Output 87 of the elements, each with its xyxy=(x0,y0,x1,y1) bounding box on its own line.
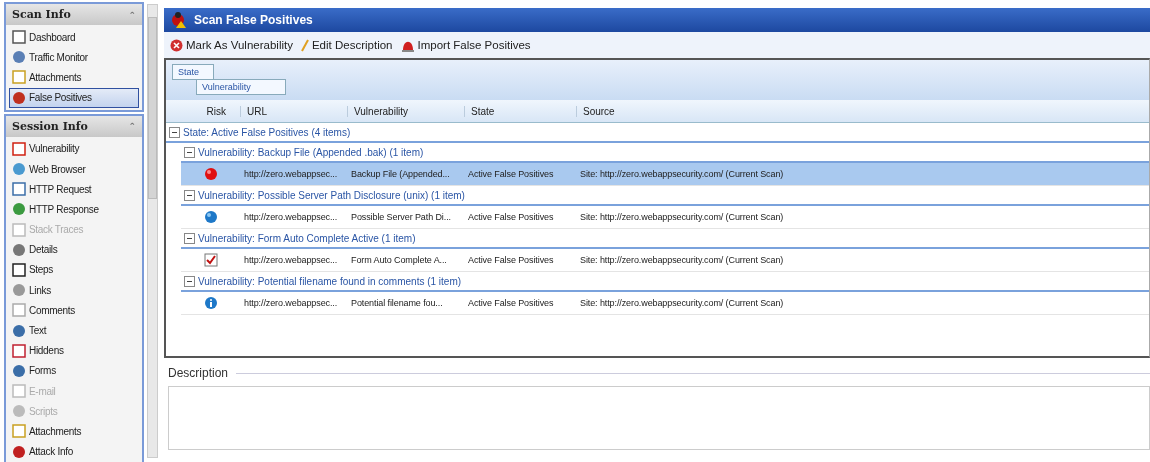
item-icon xyxy=(12,50,26,65)
table-cell-text: http://zero.webappsec... xyxy=(243,298,338,308)
scrollbar[interactable] xyxy=(147,4,158,458)
group-chip[interactable]: Vulnerability xyxy=(196,79,286,95)
window-title: Scan False Positives xyxy=(194,13,313,27)
table-cell-text: Site: http://zero.webappsecurity.com/ (Current Scan) xyxy=(579,212,784,222)
table-cell-text: Possible Server Path Di... xyxy=(350,212,451,222)
bug-icon xyxy=(170,11,188,29)
sidebar-item[interactable]: Traffic Monitor xyxy=(9,47,139,68)
item-icon xyxy=(12,323,26,338)
collapse-icon[interactable] xyxy=(184,232,195,244)
table-cell-text: Active False Positives xyxy=(467,212,554,222)
item-icon xyxy=(12,30,26,45)
sidebar-item[interactable]: False Positives xyxy=(9,87,139,108)
item-icon xyxy=(12,283,26,298)
panel-title: Scan Info xyxy=(12,8,71,21)
table-cell-text: Site: http://zero.webappsecurity.com/ (Current Scan) xyxy=(579,255,784,265)
table-cell-text: Site: http://zero.webappsecurity.com/ (Current Scan) xyxy=(579,169,784,179)
panel-header[interactable]: Scan Info ⌃ xyxy=(6,4,142,25)
table-cell-text: http://zero.webappsec... xyxy=(243,212,338,222)
collapse-icon[interactable] xyxy=(184,189,195,201)
table-cell-text: Potential filename fou... xyxy=(350,298,443,308)
column-header[interactable]: State xyxy=(464,105,576,117)
sidebar-item[interactable]: HTTP Response xyxy=(9,199,139,220)
sidebar-item[interactable]: Links xyxy=(9,280,139,301)
column-header[interactable]: Risk xyxy=(166,105,240,117)
table-cell-text: http://zero.webappsec... xyxy=(243,255,338,265)
panel-header[interactable]: Session Info ⌃ xyxy=(6,115,142,137)
group-chip[interactable]: State xyxy=(172,64,214,80)
item-icon xyxy=(12,70,26,85)
item-icon xyxy=(12,222,26,237)
table-cell-text: Form Auto Complete A... xyxy=(350,255,447,265)
item-icon xyxy=(12,90,26,105)
item-icon xyxy=(12,262,26,277)
item-icon xyxy=(12,424,26,439)
table-row[interactable]: http://zero.webappsec... Form Auto Complete A... Active False Positives Site: http://zero.webappsecurity.com/ (Current Scan) xyxy=(181,249,1149,272)
table-cell-text: Site: http://zero.webappsecurity.com/ (Current Scan) xyxy=(579,298,784,308)
table-cell-text: Active False Positives xyxy=(467,255,554,265)
group-row[interactable]: Vulnerability: Possible Server Path Disclosure (unix) (1 item) xyxy=(181,186,1149,206)
column-header[interactable]: URL xyxy=(240,105,347,117)
table-row[interactable]: http://zero.webappsec... Backup File (Appended... Active False Positives Site: http://zero.webappsecurity.com/ (Current Scan) xyxy=(181,163,1149,186)
table-row[interactable]: http://zero.webappsec... Potential filename fou... Active False Positives Site: http://zero.webappsecurity.com/ (Current Scan) xyxy=(181,292,1149,315)
sidebar-item[interactable]: Attack Info xyxy=(9,441,139,462)
sidebar-item[interactable]: HTTP Request xyxy=(9,179,139,200)
item-icon xyxy=(12,303,26,318)
sidebar-item[interactable]: Forms xyxy=(9,360,139,381)
sidebar-item[interactable]: Steps xyxy=(9,259,139,281)
sidebar-item[interactable]: Comments xyxy=(9,300,139,321)
item-icon xyxy=(12,444,26,459)
item-icon xyxy=(12,343,26,358)
pencil-icon xyxy=(300,38,309,52)
item-icon xyxy=(12,242,26,257)
sidebar-item[interactable]: Web Browser xyxy=(9,158,139,180)
toolbar-button[interactable]: Import False Positives xyxy=(400,38,531,52)
group-row[interactable]: Vulnerability: Potential filename found in comments (1 item) xyxy=(181,272,1149,292)
table-cell-text: http://zero.webappsec... xyxy=(243,169,338,179)
sidebar-item[interactable]: Attachments xyxy=(9,67,139,88)
column-header[interactable]: Vulnerability xyxy=(347,105,464,117)
collapse-icon[interactable] xyxy=(184,146,195,158)
table-cell-text: Backup File (Appended... xyxy=(350,169,450,179)
item-icon xyxy=(12,162,26,177)
close-icon xyxy=(170,38,183,52)
item-icon xyxy=(12,384,26,399)
item-icon xyxy=(12,182,26,197)
section-label: Description xyxy=(168,366,229,380)
collapse-icon[interactable] xyxy=(184,275,195,287)
table-cell-text: Active False Positives xyxy=(467,298,554,308)
description-field[interactable] xyxy=(168,386,1150,450)
column-header[interactable]: Source xyxy=(576,105,1149,117)
toolbar-button[interactable]: Mark As Vulnerability xyxy=(170,38,293,52)
sidebar-item[interactable]: Text xyxy=(9,320,139,341)
toolbar-button[interactable]: Edit Description xyxy=(300,38,393,52)
item-icon xyxy=(12,404,26,419)
sidebar-item[interactable]: Attachments xyxy=(9,421,139,442)
group-row[interactable]: State: Active False Positives (4 items) xyxy=(166,123,1149,143)
collapse-icon[interactable] xyxy=(169,126,180,138)
sidebar-item[interactable]: Details xyxy=(9,239,139,260)
group-row[interactable]: Vulnerability: Form Auto Complete Active (1 item) xyxy=(181,229,1149,249)
table-cell-text: Active False Positives xyxy=(467,169,554,179)
sidebar-item[interactable]: Vulnerability xyxy=(9,138,139,159)
item-icon xyxy=(12,202,26,217)
sidebar-item[interactable]: Dashboard xyxy=(9,27,139,48)
table-row[interactable]: http://zero.webappsec... Possible Server Path Di... Active False Positives Site: http://zero.webappsecurity.com/ (Current Scan) xyxy=(181,206,1149,229)
item-icon xyxy=(12,141,26,156)
sidebar-item[interactable]: Hiddens xyxy=(9,340,139,361)
item-icon xyxy=(12,363,26,378)
panel-title: Session Info xyxy=(12,119,88,133)
